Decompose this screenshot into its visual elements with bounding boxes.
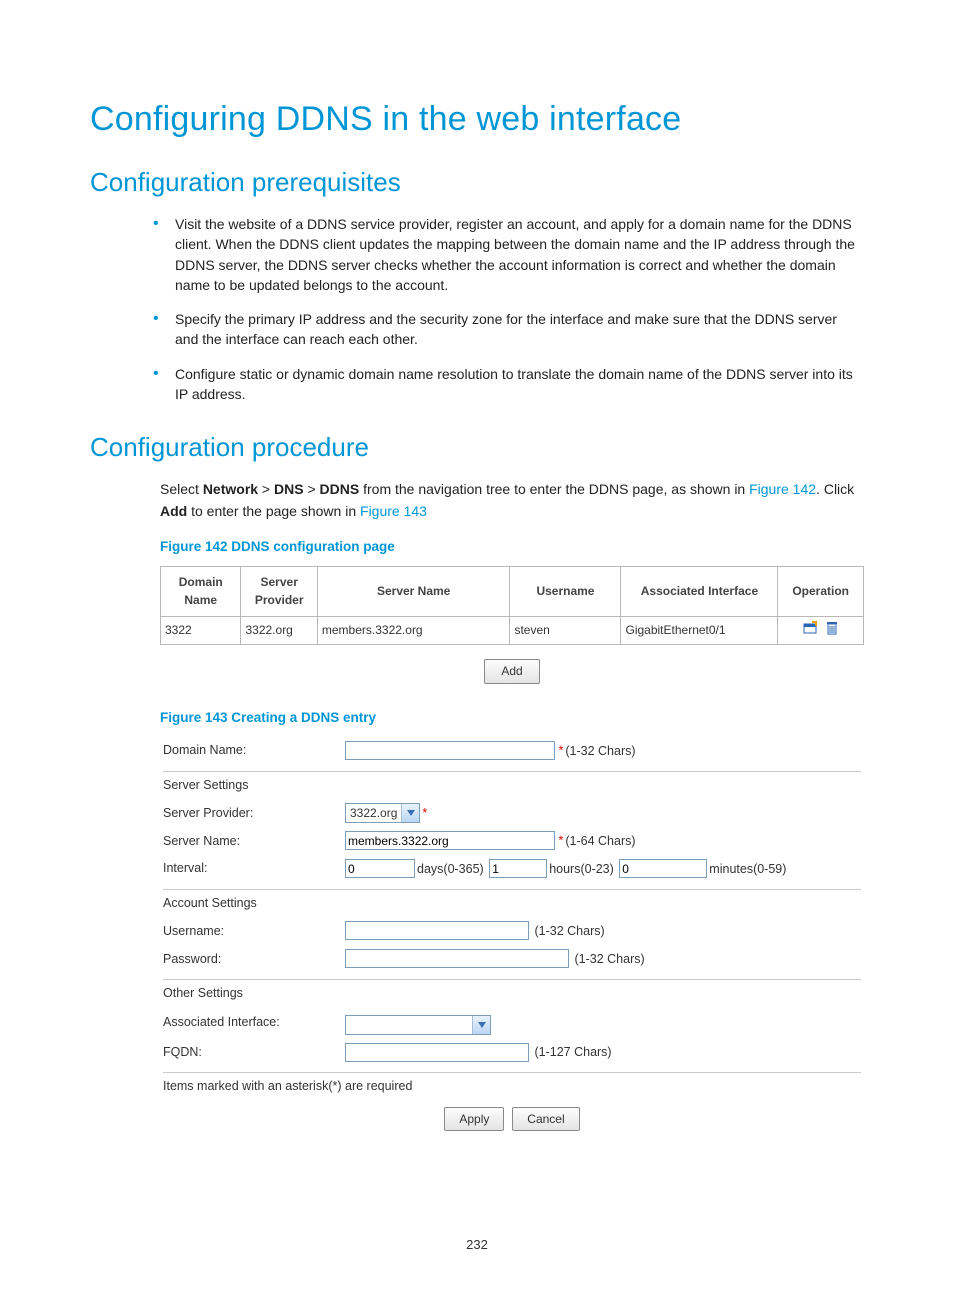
col-operation: Operation — [778, 566, 864, 616]
server-provider-label: Server Provider: — [160, 799, 342, 827]
required-mark: * — [558, 744, 563, 758]
table-row: 3322 3322.org members.3322.org steven Gi… — [161, 616, 864, 645]
prereq-item: Configure static or dynamic domain name … — [175, 364, 864, 405]
ddns-config-table: Domain Name Server Provider Server Name … — [160, 566, 864, 646]
section-procedure: Configuration procedure — [90, 432, 864, 463]
username-hint: (1-32 Chars) — [534, 924, 604, 938]
text: from the navigation tree to enter the DD… — [359, 481, 749, 497]
cell-user: steven — [510, 616, 621, 645]
cancel-button[interactable]: Cancel — [512, 1107, 579, 1132]
fqdn-label: FQDN: — [160, 1039, 342, 1067]
text: Select — [160, 481, 203, 497]
text: to enter the page shown in — [187, 503, 360, 519]
link-figure-142[interactable]: Figure 142 — [749, 481, 816, 497]
section-prerequisites: Configuration prerequisites — [90, 167, 864, 198]
col-server-provider: Server Provider — [241, 566, 317, 616]
figure-143-caption: Figure 143 Creating a DDNS entry — [160, 708, 864, 729]
bold-add: Add — [160, 503, 187, 519]
required-note: Items marked with an asterisk(*) are req… — [163, 1079, 412, 1093]
col-associated-interface: Associated Interface — [621, 566, 778, 616]
prereq-item: Visit the website of a DDNS service prov… — [175, 214, 864, 295]
username-label: Username: — [160, 917, 342, 945]
page-number: 232 — [0, 1237, 954, 1252]
fqdn-hint: (1-127 Chars) — [534, 1045, 611, 1059]
procedure-text: Select Network > DNS > DDNS from the nav… — [160, 479, 864, 1131]
prereq-item: Specify the primary IP address and the s… — [175, 309, 864, 350]
interval-minutes-hint: minutes(0-59) — [709, 862, 786, 876]
interval-minutes-input[interactable] — [619, 859, 707, 878]
domain-name-hint: (1-32 Chars) — [565, 744, 635, 758]
cell-iface: GigabitEthernet0/1 — [621, 616, 778, 645]
text: Click — [824, 481, 854, 497]
col-server-name: Server Name — [317, 566, 510, 616]
text: > — [258, 481, 274, 497]
assoc-interface-select[interactable] — [345, 1015, 491, 1035]
interval-days-input[interactable] — [345, 859, 415, 878]
interval-days-hint: days(0-365) — [417, 862, 484, 876]
figure-142-caption: Figure 142 DDNS configuration page — [160, 537, 864, 558]
required-mark: * — [558, 834, 563, 848]
password-label: Password: — [160, 945, 342, 973]
interval-hours-input[interactable] — [489, 859, 547, 878]
interval-hours-hint: hours(0-23) — [549, 862, 614, 876]
server-provider-value: 3322.org — [346, 804, 401, 823]
col-username: Username — [510, 566, 621, 616]
server-name-input[interactable] — [345, 831, 555, 850]
cell-domain: 3322 — [161, 616, 241, 645]
breadcrumb-ddns: DDNS — [320, 481, 360, 497]
prereq-list: Visit the website of a DDNS service prov… — [90, 214, 864, 404]
password-input[interactable] — [345, 949, 569, 968]
apply-button[interactable]: Apply — [444, 1107, 504, 1132]
breadcrumb-network: Network — [203, 481, 258, 497]
account-settings-label: Account Settings — [163, 896, 257, 910]
breadcrumb-dns: DNS — [274, 481, 304, 497]
server-settings-label: Server Settings — [163, 778, 248, 792]
link-figure-143[interactable]: Figure 143 — [360, 503, 427, 519]
server-provider-select[interactable]: 3322.org — [345, 803, 420, 823]
required-mark: * — [422, 806, 427, 820]
cell-provider: 3322.org — [241, 616, 317, 645]
domain-name-input[interactable] — [345, 741, 555, 760]
username-input[interactable] — [345, 921, 529, 940]
text: . — [816, 481, 820, 497]
domain-name-label: Domain Name: — [160, 737, 342, 765]
server-name-hint: (1-64 Chars) — [565, 834, 635, 848]
server-name-label: Server Name: — [160, 827, 342, 855]
ddns-create-form: Domain Name: *(1-32 Chars) Server Settin… — [160, 737, 864, 1101]
text: > — [304, 481, 320, 497]
delete-icon[interactable] — [826, 621, 838, 641]
edit-icon[interactable] — [803, 621, 819, 641]
chevron-down-icon — [401, 804, 419, 822]
chevron-down-icon — [472, 1016, 490, 1034]
fqdn-input[interactable] — [345, 1043, 529, 1062]
col-domain-name: Domain Name — [161, 566, 241, 616]
page-title: Configuring DDNS in the web interface — [90, 100, 864, 139]
assoc-interface-label: Associated Interface: — [160, 1008, 342, 1039]
other-settings-label: Other Settings — [163, 986, 243, 1000]
interval-label: Interval: — [160, 855, 342, 883]
password-hint: (1-32 Chars) — [574, 952, 644, 966]
add-button[interactable]: Add — [484, 659, 539, 684]
cell-server: members.3322.org — [317, 616, 510, 645]
cell-operation — [778, 616, 864, 645]
